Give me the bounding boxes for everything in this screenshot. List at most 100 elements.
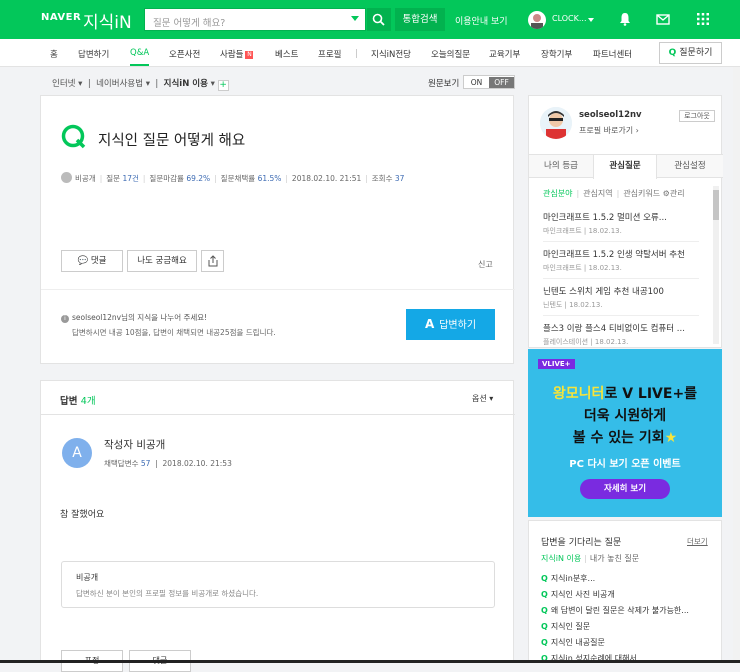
list-item[interactable]: 마인크래프트 1.5.2 인생 약탈서버 추천 마인크래프트 | 18.02.1… bbox=[543, 248, 703, 273]
sidebar-scrollbar[interactable] bbox=[713, 186, 719, 344]
divider bbox=[543, 241, 699, 242]
interest-question-meta: 마인크래프트 | 18.02.13. bbox=[543, 264, 622, 272]
interest-question-title[interactable]: 마인크래프트 1.5.2 멀미션 오류... bbox=[543, 211, 703, 223]
list-item[interactable]: Q 지식인 사진 비공개 bbox=[541, 589, 719, 600]
tab-my-grade[interactable]: 나의 등급 bbox=[529, 155, 593, 178]
user-avatar[interactable] bbox=[528, 11, 546, 29]
curious-button[interactable]: 나도 궁금해요 bbox=[127, 250, 197, 272]
answer-header: 답변 4개 옵션 ▾ bbox=[41, 381, 515, 415]
add-interest-button[interactable]: + bbox=[217, 80, 229, 91]
subtab-field[interactable]: 관심분야 bbox=[543, 189, 572, 198]
private-profile-box: 비공개 답변하신 분이 본인의 프로필 정보를 비공개로 하셨습니다. bbox=[61, 561, 495, 608]
waiting-tab-kin[interactable]: 지식iN 이용 bbox=[541, 554, 581, 563]
search-placeholder: 질문 어떻게 해요? bbox=[153, 18, 226, 29]
menu-profile[interactable]: 프로필 bbox=[318, 48, 341, 60]
report-link[interactable]: 신고 bbox=[478, 259, 493, 270]
list-item[interactable]: 플스3 이랑 플스4 티비없이도 컴퓨터 ... 플레이스테이션 | 18.02… bbox=[543, 322, 703, 347]
profile-link-label: 프로필 바로가기 bbox=[579, 126, 634, 135]
comment-button[interactable]: 💬 댓글 bbox=[61, 250, 123, 272]
menu-home[interactable]: 홈 bbox=[50, 48, 58, 60]
info-icon: i bbox=[61, 315, 69, 323]
kin-logo[interactable]: 지식iN bbox=[83, 8, 132, 33]
list-item[interactable]: Q 지식인 질문 bbox=[541, 621, 719, 632]
bell-icon[interactable] bbox=[618, 12, 632, 26]
subtab-manage[interactable]: 관리 bbox=[670, 189, 685, 198]
interest-question-title[interactable]: 닌텐도 스위치 게임 추천 내공100 bbox=[543, 285, 703, 297]
grid-menu-icon[interactable] bbox=[696, 12, 710, 26]
new-badge: N bbox=[245, 51, 254, 59]
breadcrumb-kin[interactable]: 지식iN 이용 bbox=[164, 79, 208, 89]
answer-date: 2018.02.10. 21:53 bbox=[162, 459, 232, 468]
search-icon bbox=[372, 13, 385, 26]
naver-logo[interactable]: NAVER bbox=[41, 12, 81, 23]
adopt-count: 57 bbox=[140, 459, 151, 468]
list-item[interactable]: 닌텐도 스위치 게임 추천 내공100 닌텐도 | 18.02.13. bbox=[543, 285, 703, 310]
more-link[interactable]: 더보기 bbox=[687, 536, 708, 547]
star-icon: ★ bbox=[664, 430, 678, 446]
menu-edu[interactable]: 교육기부 bbox=[489, 48, 520, 60]
options-dropdown[interactable]: 옵션 ▾ bbox=[472, 393, 493, 404]
waiting-tabs: 지식iN 이용 | 내가 놓친 질문 bbox=[541, 554, 640, 563]
menu-qna[interactable]: Q&A bbox=[130, 48, 150, 66]
vlive-badge: VLIVE+ bbox=[538, 359, 575, 369]
interest-question-title[interactable]: 플스3 이랑 플스4 티비없이도 컴퓨터 ... bbox=[543, 322, 703, 334]
answer-title: 답변 4개 bbox=[60, 393, 96, 407]
menu-dictionary[interactable]: 오픈사전 bbox=[169, 48, 200, 60]
avatar-icon bbox=[531, 14, 543, 29]
breadcrumb-internet[interactable]: 인터넷 bbox=[52, 79, 75, 89]
list-item[interactable]: Q왜 답변이 달린 질문은 삭제가 불가능한... bbox=[541, 605, 719, 616]
q-icon: Q bbox=[541, 638, 548, 647]
logout-button[interactable]: 로그아웃 bbox=[679, 110, 715, 122]
ask-question-label: 질문하기 bbox=[679, 48, 713, 58]
page-scrollbar[interactable] bbox=[733, 67, 740, 663]
search-button[interactable] bbox=[367, 8, 391, 31]
mail-icon[interactable] bbox=[656, 12, 670, 26]
total-search-button[interactable]: 통합검색 bbox=[395, 8, 445, 31]
menu-people[interactable]: 사람들 N bbox=[220, 48, 254, 60]
search-input[interactable]: 질문 어떻게 해요? bbox=[144, 8, 366, 31]
subtab-region[interactable]: 관심지역 bbox=[583, 189, 612, 198]
original-view-toggle[interactable]: ON OFF bbox=[463, 75, 515, 89]
menu-today[interactable]: 오늘의질문 bbox=[431, 48, 470, 60]
q-count[interactable]: 17건 bbox=[122, 174, 138, 183]
deadline-label: 질문마감률 bbox=[149, 174, 184, 183]
toggle-on[interactable]: ON bbox=[464, 77, 489, 88]
answer-icon: A bbox=[424, 317, 435, 331]
scrollbar-thumb[interactable] bbox=[713, 190, 719, 220]
vlive-banner[interactable]: VLIVE+ 왕모니터로 V LIVE+를 더욱 시원하게 볼 수 있는 기회★… bbox=[528, 349, 722, 517]
search-dropdown-icon[interactable] bbox=[351, 16, 359, 21]
chevron-down-icon[interactable] bbox=[588, 18, 594, 22]
profile-avatar[interactable] bbox=[540, 107, 572, 139]
share-button[interactable] bbox=[201, 250, 224, 272]
divider bbox=[543, 315, 699, 316]
breadcrumb-naver[interactable]: 네이버사용법 bbox=[96, 79, 143, 89]
tab-interest-settings[interactable]: 관심설정 bbox=[658, 155, 722, 178]
menu-scholar[interactable]: 장학기부 bbox=[541, 48, 572, 60]
guide-link[interactable]: 이용안내 보기 bbox=[455, 14, 508, 27]
menu-answer[interactable]: 답변하기 bbox=[78, 48, 109, 60]
toggle-off[interactable]: OFF bbox=[489, 77, 514, 88]
profile-link[interactable]: 프로필 바로가기 › bbox=[579, 125, 639, 136]
tab-interest-questions[interactable]: 관심질문 bbox=[593, 155, 657, 179]
user-name[interactable]: CLOCK... bbox=[552, 14, 587, 23]
invite-subtext: 답변하시면 내공 10점을, 답변이 채택되면 내공25점을 드립니다. bbox=[72, 328, 276, 337]
answer-button[interactable]: A 답변하기 bbox=[406, 309, 495, 340]
list-item[interactable]: Q 지식인 내공질문 bbox=[541, 637, 719, 648]
question-author: 비공개 bbox=[75, 174, 96, 183]
adopt-label: 질문채택률 bbox=[220, 174, 256, 183]
q-label: 질문 bbox=[106, 174, 121, 183]
banner-detail-button[interactable]: 자세히 보기 bbox=[580, 479, 670, 499]
answer-count: 4개 bbox=[80, 396, 96, 407]
sidebar-username[interactable]: seolseol12nv bbox=[579, 110, 642, 120]
subtab-keyword[interactable]: 관심키워드 bbox=[623, 189, 660, 198]
menu-partner[interactable]: 파트너센터 bbox=[593, 48, 632, 60]
sidebar-tabs: 나의 등급 관심질문 관심설정 bbox=[529, 154, 723, 179]
menu-hall[interactable]: 지식iN전당 bbox=[371, 48, 411, 60]
list-item[interactable]: Q 지식in분후... bbox=[541, 573, 719, 584]
waiting-title: 답변을 기다리는 질문 bbox=[541, 538, 622, 548]
interest-question-title[interactable]: 마인크래프트 1.5.2 인생 약탈서버 추천 bbox=[543, 248, 703, 260]
ask-question-button[interactable]: Q 질문하기 bbox=[659, 42, 722, 64]
list-item[interactable]: 마인크래프트 1.5.2 멀미션 오류... 마인크래프트 | 18.02.13… bbox=[543, 211, 703, 236]
menu-best[interactable]: 베스트 bbox=[275, 48, 298, 60]
waiting-tab-missed[interactable]: 내가 놓친 질문 bbox=[590, 554, 639, 563]
